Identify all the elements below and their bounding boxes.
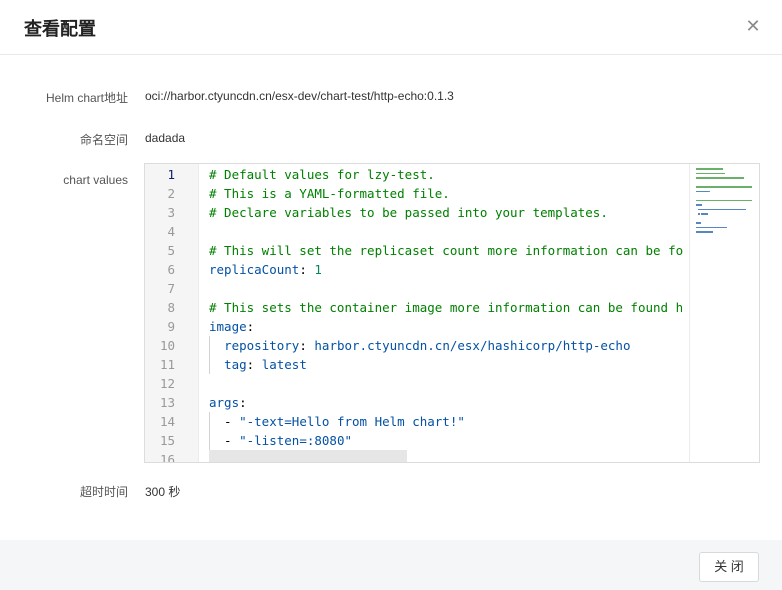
code-token: - (209, 433, 240, 448)
minimap-line (696, 168, 723, 170)
horizontal-scrollbar[interactable] (209, 450, 407, 462)
code-token: "-listen=:8080" (239, 433, 352, 448)
line-number: 16 (159, 452, 175, 463)
code-token: repository (224, 338, 300, 353)
code-token: "-text=Hello from Helm chart!" (239, 414, 465, 429)
code-token: # This is a YAML-formatted file. (209, 186, 450, 201)
code-token: : (299, 262, 315, 277)
timeout-label: 超时时间 (79, 485, 128, 499)
code-token: : (239, 395, 247, 410)
namespace-value: dadada (145, 131, 186, 145)
indent-guide (209, 412, 210, 450)
namespace-label: 命名空间 (79, 133, 128, 147)
code-token: 1 (314, 262, 322, 277)
code-token: harbor.ctyuncdn.cn/esx/hashicorp/http-ec… (314, 338, 631, 353)
indent-guide (209, 336, 210, 374)
line-number: 5 (167, 243, 175, 258)
code-token: image (209, 319, 247, 334)
code-token: : (246, 357, 262, 372)
code-token: # Declare variables to be passed into yo… (209, 205, 608, 220)
code-line: image: (209, 317, 254, 336)
code-line: # This is a YAML-formatted file. (209, 184, 450, 203)
line-number: 9 (167, 319, 175, 334)
code-token: - (209, 414, 240, 429)
timeout-value: 300 秒 (145, 485, 181, 499)
line-number-gutter: 1 2 3 4 5 6 7 8 9 10 11 12 13 14 15 16 (145, 164, 199, 462)
editor-minimap[interactable] (689, 164, 759, 462)
close-icon[interactable]: ✕ (744, 16, 762, 36)
minimap-line (697, 208, 707, 210)
minimap-line (708, 190, 710, 192)
minimap-line (699, 226, 727, 228)
line-number: 15 (159, 433, 175, 448)
line-number: 11 (159, 357, 175, 372)
code-token: latest (261, 357, 307, 372)
dialog-title: 查看配置 (24, 19, 96, 39)
line-number: 6 (167, 262, 175, 277)
code-token: args (209, 395, 240, 410)
line-number: 12 (159, 376, 175, 391)
minimap-line (696, 172, 725, 174)
line-number: 2 (167, 186, 175, 201)
code-token: # This will set the replicaset count mor… (209, 243, 684, 258)
dialog-footer (0, 540, 782, 590)
line-number: 7 (167, 281, 175, 296)
minimap-line (696, 177, 744, 179)
minimap-line (696, 186, 752, 188)
minimap-line (700, 204, 702, 206)
code-token: replicaCount (209, 262, 300, 277)
minimap-line (699, 231, 714, 233)
line-number: 8 (167, 300, 175, 315)
minimap-line (702, 213, 708, 215)
line-number: 10 (159, 338, 175, 353)
code-token: # This sets the container image more inf… (209, 300, 684, 315)
code-line: args: (209, 393, 247, 412)
minimap-line (699, 222, 701, 224)
line-number: 14 (159, 414, 175, 429)
code-token: : (246, 319, 255, 334)
code-line: # Default values for lzy-test. (209, 165, 435, 184)
code-line: - "-listen=:8080" (209, 431, 352, 450)
code-line: repository: harbor.ctyuncdn.cn/esx/hashi… (209, 336, 630, 355)
dialog-header: 查看配置 ✕ (0, 0, 782, 55)
code-token: tag (224, 357, 247, 372)
code-line: replicaCount: 1 (209, 260, 322, 279)
minimap-line (696, 190, 707, 192)
line-number: 13 (159, 395, 175, 410)
chart-values-label: chart values (63, 173, 128, 187)
code-token: : (299, 338, 315, 353)
code-line: # This sets the container image more inf… (209, 298, 683, 317)
code-line: # This will set the replicaset count mor… (209, 241, 683, 260)
code-area[interactable]: # Default values for lzy-test. # This is … (199, 164, 689, 462)
chart-values-editor[interactable]: 1 2 3 4 5 6 7 8 9 10 11 12 13 14 15 16 # Default values… (144, 163, 760, 463)
minimap-line (696, 199, 752, 201)
code-line: # Declare variables to be passed into yo… (209, 203, 608, 222)
helm-chart-label: Helm chart地址 (45, 91, 128, 105)
helm-chart-value: oci://harbor.ctyuncdn.cn/esx-dev/chart-t… (145, 89, 454, 103)
line-number: 4 (167, 224, 175, 239)
code-token: # Default values for lzy-test. (209, 167, 435, 182)
close-button[interactable]: 关 闭 (699, 552, 759, 582)
line-number: 3 (167, 205, 175, 220)
minimap-line (708, 208, 747, 210)
code-line: - "-text=Hello from Helm chart!" (209, 412, 465, 431)
line-number: 1 (167, 167, 175, 182)
code-line: tag: latest (209, 355, 307, 374)
